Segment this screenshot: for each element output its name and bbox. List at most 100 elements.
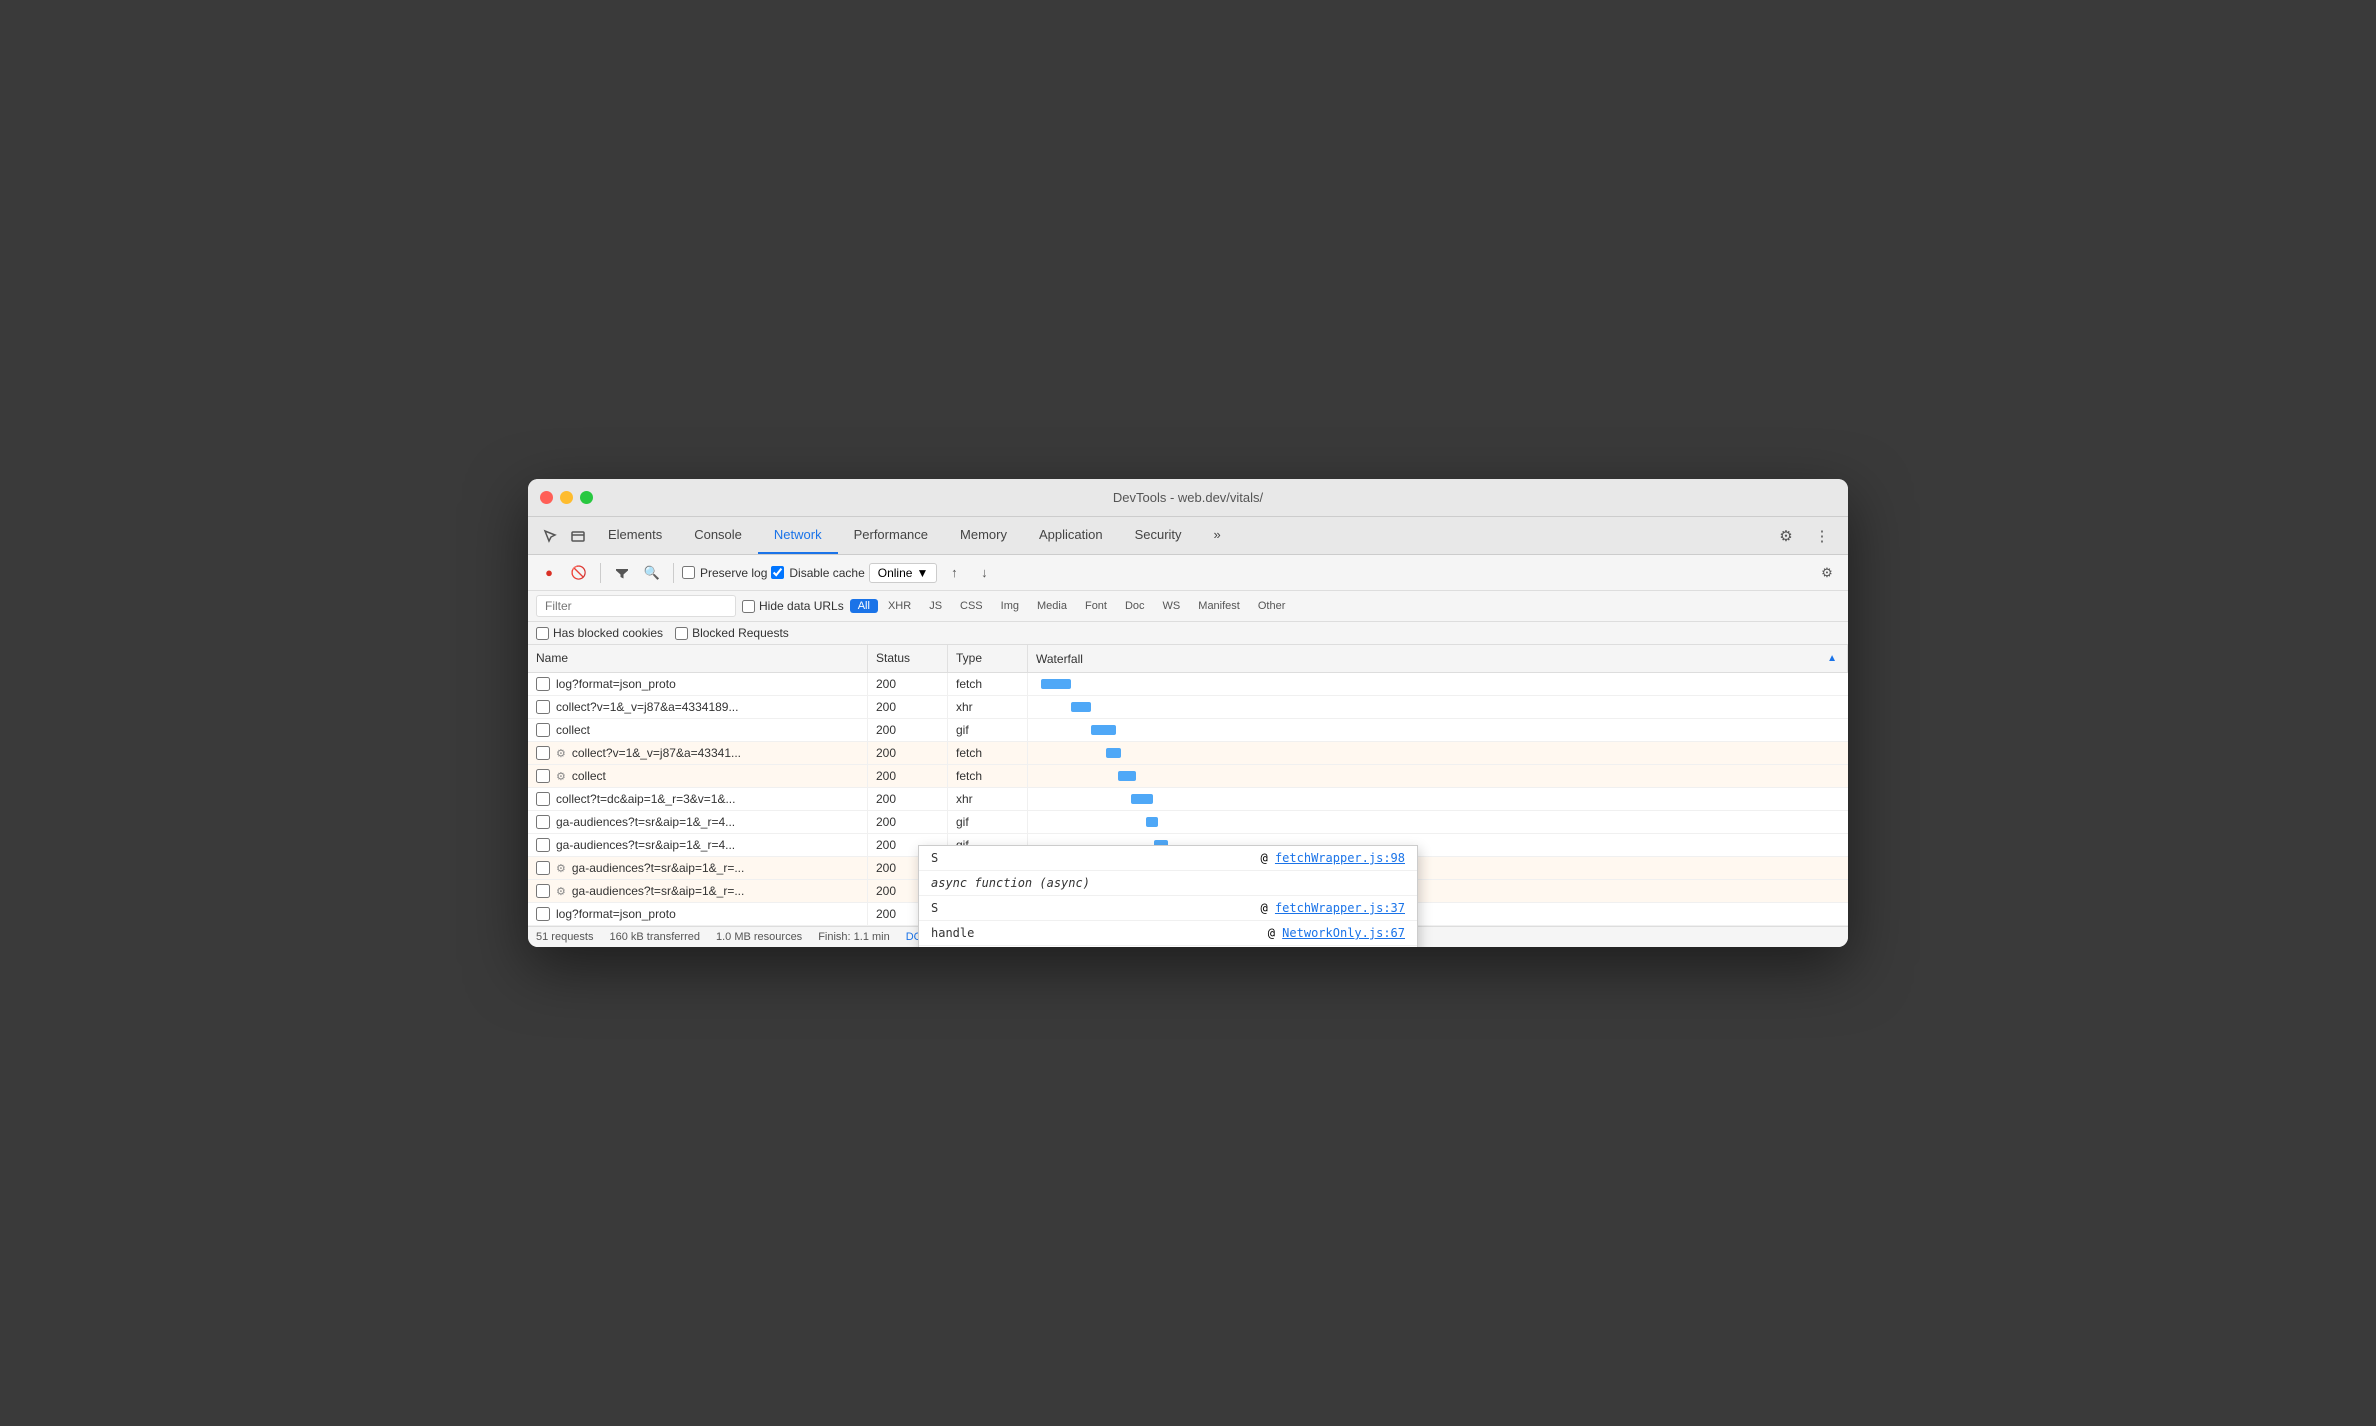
tab-security[interactable]: Security <box>1119 517 1198 554</box>
inspect-icon[interactable] <box>536 522 564 550</box>
table-row[interactable]: ⚙ collect 200 fetch <box>528 765 1848 788</box>
table-row[interactable]: ⚙ collect?v=1&_v=j87&a=43341... 200 fetc… <box>528 742 1848 765</box>
titlebar: DevTools - web.dev/vitals/ <box>528 479 1848 517</box>
filter-input[interactable] <box>536 595 736 617</box>
callstack-panel: S @ fetchWrapper.js:98 async function (a… <box>918 845 1418 947</box>
td-status: 200 <box>868 811 948 833</box>
td-waterfall <box>1028 744 1848 762</box>
row-select-checkbox[interactable] <box>536 769 550 783</box>
td-waterfall <box>1028 675 1848 693</box>
td-status: 200 <box>868 719 948 741</box>
td-type: fetch <box>948 765 1028 787</box>
dock-icon[interactable] <box>564 522 592 550</box>
window-title: DevTools - web.dev/vitals/ <box>1113 490 1263 505</box>
table-row[interactable]: collect 200 gif <box>528 719 1848 742</box>
td-name: collect?t=dc&aip=1&_r=3&v=1&... <box>528 788 868 810</box>
row-select-checkbox[interactable] <box>536 723 550 737</box>
row-select-checkbox[interactable] <box>536 884 550 898</box>
settings-icon[interactable]: ⚙ <box>1772 522 1800 550</box>
callstack-entry: handleRequest @ Router.js:187 <box>919 946 1417 947</box>
tab-console[interactable]: Console <box>678 517 758 554</box>
blocked-requests-checkbox[interactable] <box>675 627 688 640</box>
row-select-checkbox[interactable] <box>536 815 550 829</box>
tab-elements[interactable]: Elements <box>592 517 678 554</box>
clear-button[interactable]: 🚫 <box>566 560 592 586</box>
callstack-link[interactable]: fetchWrapper.js:98 <box>1275 851 1405 865</box>
blocked-row: Has blocked cookies Blocked Requests <box>528 622 1848 645</box>
table-row[interactable]: log?format=json_proto 200 fetch <box>528 673 1848 696</box>
callstack-link[interactable]: fetchWrapper.js:37 <box>1275 901 1405 915</box>
more-options-icon[interactable]: ⋮ <box>1808 522 1836 550</box>
type-doc[interactable]: Doc <box>1117 599 1153 613</box>
type-other[interactable]: Other <box>1250 599 1294 613</box>
main-content: Name Status Type Waterfall ▲ log?format=… <box>528 645 1848 926</box>
row-select-checkbox[interactable] <box>536 746 550 760</box>
throttle-select[interactable]: Online ▼ <box>869 563 938 583</box>
td-name: ga-audiences?t=sr&aip=1&_r=4... <box>528 811 868 833</box>
td-name: collect?v=1&_v=j87&a=4334189... <box>528 696 868 718</box>
row-select-checkbox[interactable] <box>536 907 550 921</box>
tab-more[interactable]: » <box>1198 517 1237 554</box>
maximize-button[interactable] <box>580 491 593 504</box>
callstack-entry: handle @ NetworkOnly.js:67 <box>919 921 1417 946</box>
traffic-lights <box>540 491 593 504</box>
row-select-checkbox[interactable] <box>536 838 550 852</box>
tab-memory[interactable]: Memory <box>944 517 1023 554</box>
type-img[interactable]: Img <box>993 599 1027 613</box>
row-select-checkbox[interactable] <box>536 792 550 806</box>
row-select-checkbox[interactable] <box>536 700 550 714</box>
gear-row-icon: ⚙ <box>556 885 566 898</box>
table-row[interactable]: collect?v=1&_v=j87&a=4334189... 200 xhr <box>528 696 1848 719</box>
type-font[interactable]: Font <box>1077 599 1115 613</box>
td-status: 200 <box>868 765 948 787</box>
type-ws[interactable]: WS <box>1155 599 1189 613</box>
search-icon[interactable]: 🔍 <box>639 560 665 586</box>
preserve-log-checkbox[interactable]: Preserve log <box>682 566 767 580</box>
th-waterfall[interactable]: Waterfall ▲ <box>1028 645 1848 672</box>
upload-icon[interactable]: ↑ <box>941 560 967 586</box>
type-js[interactable]: JS <box>921 599 950 613</box>
network-toolbar: ● 🚫 🔍 Preserve log Disable cache Online … <box>528 555 1848 591</box>
tab-network[interactable]: Network <box>758 517 838 554</box>
gear-row-icon: ⚙ <box>556 862 566 875</box>
download-icon[interactable]: ↓ <box>971 560 997 586</box>
blocked-requests-label[interactable]: Blocked Requests <box>675 626 789 640</box>
callstack-entry: async function (async) <box>919 871 1417 896</box>
tab-performance[interactable]: Performance <box>838 517 944 554</box>
td-type: fetch <box>948 742 1028 764</box>
td-name: ⚙ ga-audiences?t=sr&aip=1&_r=... <box>528 857 868 879</box>
td-type: gif <box>948 811 1028 833</box>
type-xhr[interactable]: XHR <box>880 599 919 613</box>
close-button[interactable] <box>540 491 553 504</box>
td-name: log?format=json_proto <box>528 673 868 695</box>
row-select-checkbox[interactable] <box>536 677 550 691</box>
table-row[interactable]: collect?t=dc&aip=1&_r=3&v=1&... 200 xhr <box>528 788 1848 811</box>
row-select-checkbox[interactable] <box>536 861 550 875</box>
td-name: ⚙ collect <box>528 765 868 787</box>
type-manifest[interactable]: Manifest <box>1190 599 1248 613</box>
disable-cache-checkbox[interactable]: Disable cache <box>771 566 864 580</box>
td-type: xhr <box>948 788 1028 810</box>
hide-data-urls-checkbox[interactable]: Hide data URLs <box>742 599 844 613</box>
has-blocked-cookies-label[interactable]: Has blocked cookies <box>536 626 663 640</box>
td-type: fetch <box>948 673 1028 695</box>
type-css[interactable]: CSS <box>952 599 991 613</box>
has-blocked-cookies-checkbox[interactable] <box>536 627 549 640</box>
filter-icon[interactable] <box>609 560 635 586</box>
tab-application[interactable]: Application <box>1023 517 1119 554</box>
th-name[interactable]: Name <box>528 645 868 672</box>
td-name: ga-audiences?t=sr&aip=1&_r=4... <box>528 834 868 856</box>
network-settings-icon[interactable]: ⚙ <box>1814 560 1840 586</box>
type-all[interactable]: All <box>850 599 878 613</box>
callstack-link[interactable]: NetworkOnly.js:67 <box>1282 926 1405 940</box>
td-waterfall <box>1028 813 1848 831</box>
th-status[interactable]: Status <box>868 645 948 672</box>
minimize-button[interactable] <box>560 491 573 504</box>
td-name: ⚙ ga-audiences?t=sr&aip=1&_r=... <box>528 880 868 902</box>
table-row[interactable]: ga-audiences?t=sr&aip=1&_r=4... 200 gif <box>528 811 1848 834</box>
filter-bar: Hide data URLs All XHR JS CSS Img Media … <box>528 591 1848 622</box>
th-type[interactable]: Type <box>948 645 1028 672</box>
devtools-window: DevTools - web.dev/vitals/ Elements Cons… <box>528 479 1848 947</box>
record-button[interactable]: ● <box>536 560 562 586</box>
type-media[interactable]: Media <box>1029 599 1075 613</box>
